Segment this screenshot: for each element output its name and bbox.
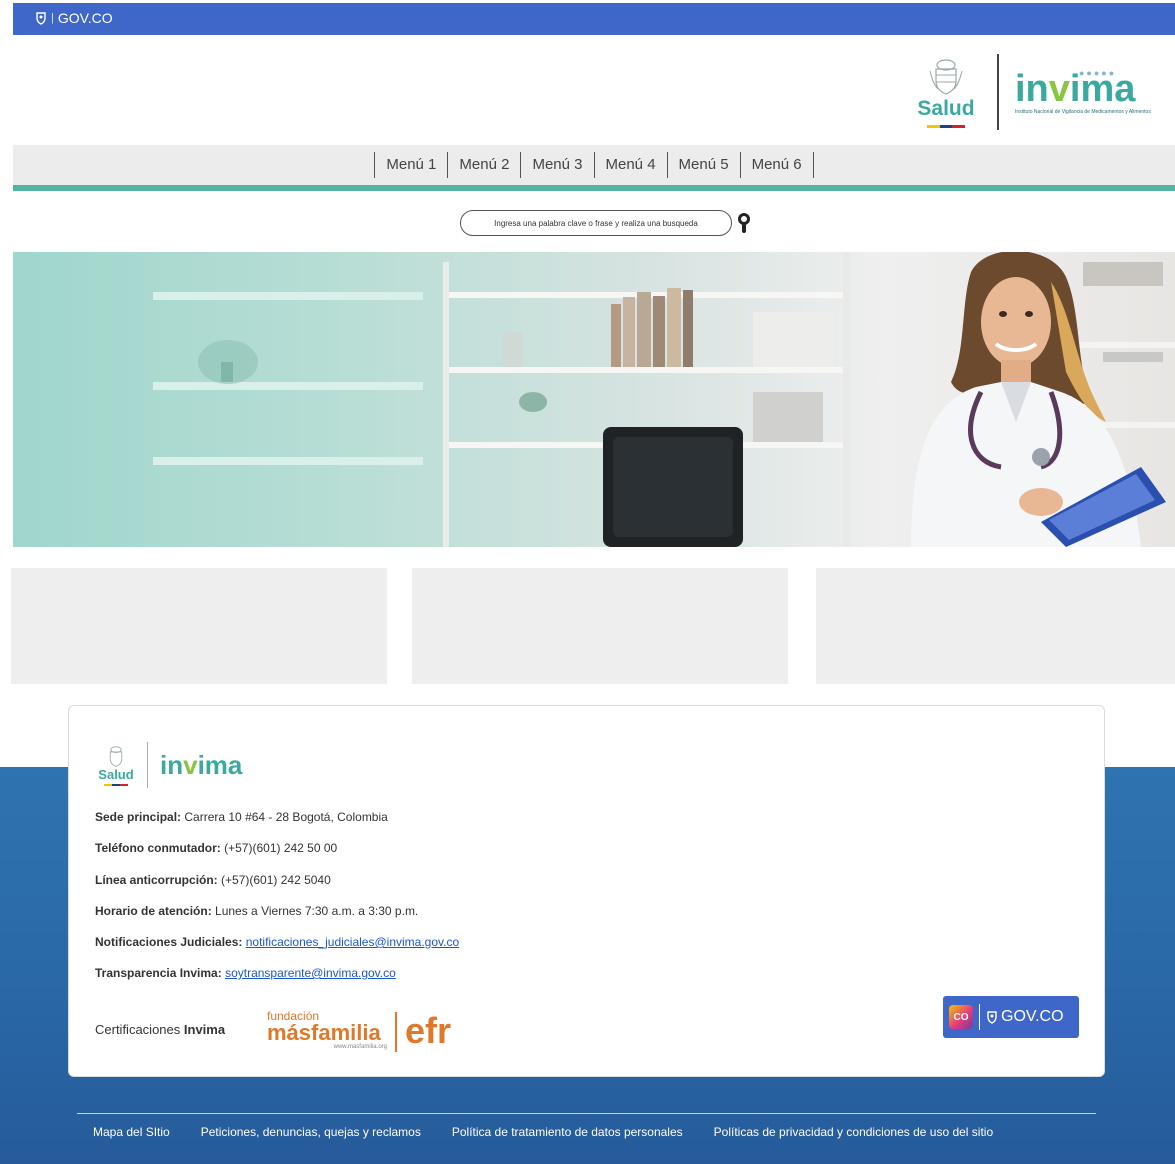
menu-item-5[interactable]: Menú 5 (666, 152, 740, 178)
hero-banner (13, 252, 1175, 547)
menu-item-3[interactable]: Menú 3 (520, 152, 593, 178)
masfamilia-name: másfamilia (267, 1020, 381, 1045)
salud-text: Salud (917, 96, 975, 120)
footer-info-card: Salud invima Sede principal: Carrera 10 … (68, 705, 1105, 1077)
info-anticorrupcion-value: (+57)(601) 242 5040 (221, 873, 331, 887)
invima-subtitle: Instituto Nacional de Vigilancia de Medi… (1015, 108, 1151, 115)
info-card-1[interactable] (11, 568, 387, 684)
info-card-3[interactable] (816, 568, 1175, 684)
info-horario-label: Horario de atención: (95, 904, 212, 918)
menu-item-4[interactable]: Menú 4 (593, 152, 667, 178)
footer-salud-text: Salud (98, 766, 134, 782)
colombia-coat-of-arms-icon (929, 58, 963, 95)
colombia-shield-icon (36, 11, 46, 25)
menu-item-1[interactable]: Menú 1 (374, 152, 447, 178)
search-input[interactable] (460, 210, 732, 236)
header-logos: Salud ●●●●● invima Instituto Nacional de… (911, 52, 1153, 132)
colombia-flag-bar (927, 124, 966, 128)
footer-invima-logo: invima (160, 752, 242, 778)
invima-logo[interactable]: ●●●●● invima Instituto Nacional de Vigil… (1015, 67, 1153, 115)
info-sede: Sede principal: Carrera 10 #64 - 28 Bogo… (95, 810, 388, 824)
main-menu: Menú 1 Menú 2 Menú 3 Menú 4 Menú 5 Menú … (13, 145, 1175, 185)
efr-logo[interactable]: efr (405, 1011, 451, 1051)
info-telefono-value: (+57)(601) 242 50 00 (224, 841, 338, 855)
govco-badge-label: GOV.CO (1001, 1008, 1064, 1025)
logo-divider (997, 54, 999, 130)
colombia-flag-bar (104, 783, 128, 786)
govco-top-bar: | GOV.CO (13, 3, 1175, 35)
info-telefono-label: Teléfono conmutador: (95, 841, 221, 855)
info-anticorrupcion-label: Línea anticorrupción: (95, 873, 218, 887)
govco-badge-separator (979, 1004, 980, 1030)
search-bar (460, 210, 754, 236)
menu-accent-line (13, 185, 1175, 191)
co-logo-icon: CO (949, 1005, 973, 1029)
footer-link-datos-personales[interactable]: Política de tratamiento de datos persona… (452, 1125, 683, 1139)
cert-bold: Invima (183, 1022, 226, 1037)
govco-label: GOV.CO (57, 10, 113, 26)
info-card-2[interactable] (412, 568, 788, 684)
masfamilia-logo[interactable]: fundación másfamilia www.masfamilia.org (267, 1010, 387, 1050)
footer-links: Mapa del SItio Peticiones, denuncias, qu… (93, 1125, 993, 1139)
page: | GOV.CO Salud ●●●●● invima Instituto Na… (0, 0, 1175, 1164)
govco-link[interactable]: | GOV.CO (35, 10, 113, 26)
info-horario-value: Lunes a Viernes 7:30 a.m. a 3:30 p.m. (215, 904, 419, 918)
info-transparencia: Transparencia Invima: soytransparente@in… (95, 966, 396, 980)
search-icon[interactable] (736, 212, 754, 234)
footer-logos: Salud invima (93, 742, 242, 788)
footer-salud-logo: Salud (93, 745, 139, 786)
footer-link-mapa[interactable]: Mapa del SItio (93, 1125, 170, 1139)
invima-text: invima (1015, 67, 1136, 110)
info-anticorrupcion: Línea anticorrupción: (+57)(601) 242 504… (95, 873, 331, 887)
certificaciones-label: Certificaciones Invima (95, 1022, 225, 1037)
info-horario: Horario de atención: Lunes a Viernes 7:3… (95, 904, 418, 918)
govco-separator: | (51, 12, 54, 24)
footer-link-privacidad[interactable]: Políticas de privacidad y condiciones de… (714, 1125, 994, 1139)
info-telefono: Teléfono conmutador: (+57)(601) 242 50 0… (95, 841, 337, 855)
colombia-shield-icon (987, 1010, 997, 1024)
footer-divider (77, 1113, 1096, 1114)
menu-item-2[interactable]: Menú 2 (447, 152, 520, 178)
efr-divider (395, 1012, 397, 1052)
notificaciones-email-link[interactable]: notificaciones_judiciales@invima.gov.co (246, 935, 459, 949)
cert-prefix: Certificaciones (95, 1022, 181, 1037)
info-transparencia-label: Transparencia Invima: (95, 966, 222, 980)
info-notificaciones-label: Notificaciones Judiciales: (95, 935, 243, 949)
footer-link-pqrs[interactable]: Peticiones, denuncias, quejas y reclamos (201, 1125, 421, 1139)
footer-logo-divider (147, 742, 148, 788)
transparencia-email-link[interactable]: soytransparente@invima.gov.co (225, 966, 396, 980)
salud-logo[interactable]: Salud (911, 57, 981, 128)
menu-item-6[interactable]: Menú 6 (739, 152, 814, 178)
govco-badge[interactable]: CO GOV.CO (943, 996, 1079, 1038)
doctor-photo (911, 252, 1166, 547)
info-notificaciones: Notificaciones Judiciales: notificacione… (95, 935, 459, 949)
govco-badge-text: GOV.CO (986, 1008, 1064, 1026)
invima-dots: ●●●●● (1079, 67, 1117, 78)
colombia-coat-of-arms-icon (109, 745, 123, 767)
footer-invima-text: invima (160, 750, 243, 780)
info-sede-label: Sede principal: (95, 810, 182, 824)
info-sede-value: Carrera 10 #64 - 28 Bogotá, Colombia (184, 810, 388, 824)
